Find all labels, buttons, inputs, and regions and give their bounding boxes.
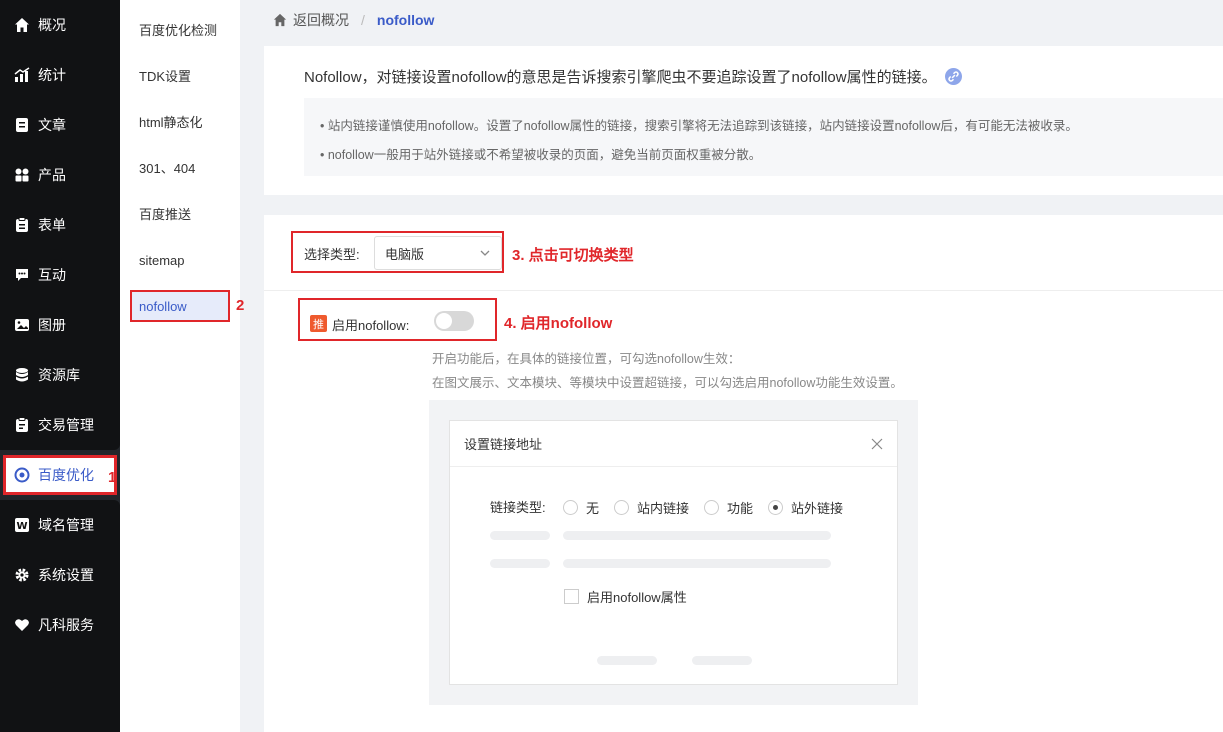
dialog-preview: 设置链接地址 链接类型: 无 站内链接 功能 站外链接 启用nofollow属性 [429,400,918,705]
sidebar-item-trade[interactable]: 交易管理 [0,400,120,450]
sidebar-item-overview[interactable]: 概况 [0,0,120,50]
close-icon[interactable] [871,438,883,450]
sidebar-item-resources[interactable]: 资源库 [0,350,120,400]
sidebar-item-stats[interactable]: 统计 [0,50,120,100]
tips-box: • 站内链接谨慎使用nofollow。设置了nofollow属性的链接，搜索引擎… [304,98,1223,176]
placeholder-button [692,656,752,665]
radio-circle [614,500,629,515]
sidebar-item-label: 图册 [38,317,66,333]
sidebar-item-label: 互动 [38,267,66,283]
link-type-label: 链接类型: [490,500,546,515]
heart-icon [14,617,30,633]
sidebar-item-label: 系统设置 [38,567,94,583]
info-card: Nofollow，对链接设置nofollow的意思是告诉搜索引擎爬虫不要追踪设置… [264,46,1223,195]
submenu-item-seo-check[interactable]: 百度优化检测 [139,21,217,41]
sidebar-item-label: 统计 [38,67,66,83]
sub-menu: 百度优化检测 TDK设置 html静态化 301、404 百度推送 sitema… [120,0,240,732]
sidebar-item-label: 文章 [38,117,66,133]
gallery-icon [14,317,30,333]
link-settings-dialog: 设置链接地址 链接类型: 无 站内链接 功能 站外链接 启用nofollow属性 [449,420,898,685]
annotation-box-4 [298,298,497,341]
radio-label: 站外链接 [791,501,844,516]
clipboard-icon [14,417,30,433]
sidebar-item-label: 产品 [38,167,66,183]
radio-circle [704,500,719,515]
radio-none[interactable]: 无 [563,498,599,517]
breadcrumb-current: nofollow [376,12,435,28]
annotation-step-4: 4. 启用nofollow [504,315,613,332]
database-icon [14,367,30,383]
sidebar-item-gallery[interactable]: 图册 [0,300,120,350]
gear-icon [14,567,30,583]
submenu-item-nofollow[interactable]: nofollow [130,290,230,322]
annotation-step-3: 3. 点击可切换类型 [512,247,634,264]
sidebar-item-services[interactable]: 凡科服务 [0,600,120,650]
radio-label: 站内链接 [637,501,690,516]
placeholder-bar [563,559,831,568]
placeholder-button [597,656,657,665]
tip-line: • 站内链接谨慎使用nofollow。设置了nofollow属性的链接，搜索引擎… [320,119,1078,133]
checkbox-box [564,589,579,604]
dialog-header: 设置链接地址 [450,421,897,467]
svg-text:W: W [16,521,27,532]
domain-icon: W [14,517,30,533]
section-divider [264,290,1223,291]
settings-card: 选择类型: 电脑版 推 启用nofollow: 开启功能后，在具体的链接位置，可… [264,215,1223,732]
submenu-item-label: nofollow [139,298,187,314]
sidebar-item-products[interactable]: 产品 [0,150,120,200]
stats-icon [14,67,30,83]
chat-icon [14,267,30,283]
annotation-number-2: 2 [236,297,245,314]
radio-circle [563,500,578,515]
sidebar-item-label: 资源库 [38,367,80,383]
sidebar-item-domain[interactable]: W 域名管理 [0,500,120,550]
hint-line-2: 在图文展示、文本模块、等模块中设置超链接，可以勾选启用nofollow功能生效设… [432,376,903,390]
main-sidebar: 概况 统计 文章 产品 表单 互动 图册 资源库 交易管理 百度优化 W 域名管… [0,0,120,732]
link-icon[interactable] [944,68,962,85]
info-title-text: Nofollow，对链接设置nofollow的意思是告诉搜索引擎爬虫不要追踪设置… [304,69,937,86]
submenu-item-301-404[interactable]: 301、404 [139,159,195,179]
dialog-title: 设置链接地址 [464,437,543,452]
nofollow-attr-checkbox[interactable]: 启用nofollow属性 [564,587,687,606]
radio-circle-checked [768,500,783,515]
back-to-overview-link[interactable]: 返回概况 [293,10,349,30]
radio-label: 无 [586,501,600,516]
sidebar-item-interaction[interactable]: 互动 [0,250,120,300]
sidebar-item-articles[interactable]: 文章 [0,100,120,150]
home-icon [14,17,30,33]
checkbox-label: 启用nofollow属性 [587,590,687,605]
placeholder-bar [563,531,831,540]
sidebar-item-settings[interactable]: 系统设置 [0,550,120,600]
sidebar-item-label: 域名管理 [38,517,94,533]
breadcrumb-separator: / [361,12,365,28]
form-icon [14,217,30,233]
annotation-number-1: 1 [108,469,117,486]
sidebar-item-forms[interactable]: 表单 [0,200,120,250]
article-icon [14,117,30,133]
home-icon [273,13,287,27]
product-icon [14,167,30,183]
annotation-box-3 [291,231,504,273]
sidebar-item-label: 表单 [38,217,66,233]
sidebar-item-label: 交易管理 [38,417,94,433]
sidebar-item-label: 概况 [38,17,66,33]
radio-label: 功能 [727,501,754,516]
submenu-item-tdk[interactable]: TDK设置 [139,67,191,87]
submenu-item-html-static[interactable]: html静态化 [139,113,203,133]
placeholder-bar [490,531,550,540]
sidebar-item-label: 凡科服务 [38,617,94,633]
breadcrumb: 返回概况 / nofollow [273,10,434,30]
radio-external-link[interactable]: 站外链接 [768,498,843,517]
info-title: Nofollow，对链接设置nofollow的意思是告诉搜索引擎爬虫不要追踪设置… [304,66,962,87]
tip-line: • nofollow一般用于站外链接或不希望被收录的页面，避免当前页面权重被分散… [320,148,762,162]
placeholder-bar [490,559,550,568]
hint-line-1: 开启功能后，在具体的链接位置，可勾选nofollow生效： [432,352,741,366]
annotation-box-1 [3,455,117,495]
submenu-item-baidu-push[interactable]: 百度推送 [139,205,191,225]
radio-function[interactable]: 功能 [704,498,753,517]
radio-internal-link[interactable]: 站内链接 [614,498,689,517]
submenu-item-sitemap[interactable]: sitemap [139,251,185,271]
